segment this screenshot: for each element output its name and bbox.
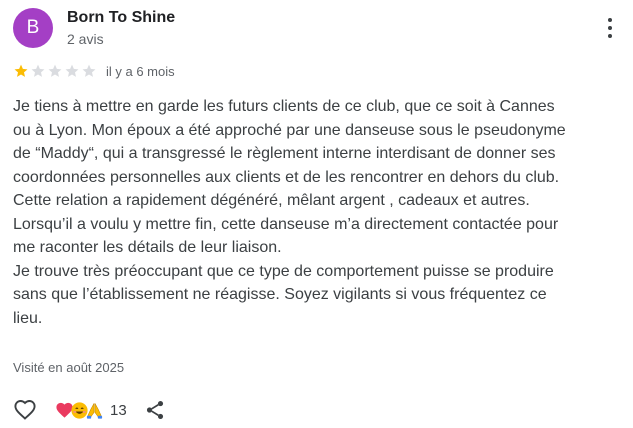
- avatar[interactable]: B: [13, 8, 53, 48]
- review-line: Lorsqu’il a voulu y mettre fin, cette da…: [13, 215, 559, 233]
- avatar-letter: B: [26, 17, 40, 38]
- action-bar: 13: [11, 396, 167, 424]
- star-filled-icon: [14, 64, 28, 77]
- visit-date: Visité en août 2025: [13, 360, 125, 375]
- like-button[interactable]: [11, 396, 39, 424]
- star-empty-icon: [48, 64, 62, 77]
- review-text: Je tiens à mettre en garde les futurs cl…: [13, 95, 623, 330]
- star-empty-icon: [82, 64, 96, 77]
- review-line: Je trouve très préoccupant que ce type d…: [13, 262, 554, 280]
- review-line: Cette relation a rapidement dégénéré, mê…: [13, 192, 530, 209]
- review-line: sans que l’établissement ne réagisse. So…: [13, 286, 547, 303]
- share-icon: [146, 401, 163, 419]
- review-line: de “Maddy“, qui a transgressé le règleme…: [13, 145, 556, 162]
- more-vert-icon-dot: [608, 34, 612, 38]
- star-rating: [13, 63, 97, 79]
- more-options-button[interactable]: [600, 14, 620, 42]
- rating-row: il y a 6 mois: [13, 63, 175, 79]
- star-empty-icon: [31, 64, 45, 77]
- reactions-button[interactable]: 13: [55, 401, 127, 420]
- review-line: me raconter les détails de leur liaison.: [13, 239, 282, 256]
- heart-outline-icon: [14, 400, 36, 420]
- author-review-count: 2 avis: [67, 31, 104, 47]
- share-button[interactable]: [143, 398, 167, 422]
- review-line: Je tiens à mettre en garde les futurs cl…: [13, 98, 555, 115]
- review-line: lieu.: [13, 309, 43, 327]
- more-vert-icon-dot: [608, 26, 612, 30]
- pray-emoji-icon: [86, 402, 103, 419]
- review-line: ou à Lyon. Mon époux a été approché par …: [13, 121, 566, 139]
- review-time: il y a 6 mois: [106, 63, 175, 79]
- author-name[interactable]: Born To Shine: [67, 9, 175, 27]
- star-empty-icon: [65, 64, 79, 77]
- reaction-count: 13: [110, 401, 127, 419]
- more-vert-icon: [608, 18, 612, 22]
- review-line: coordonnées personnelles aux clients et …: [13, 168, 560, 186]
